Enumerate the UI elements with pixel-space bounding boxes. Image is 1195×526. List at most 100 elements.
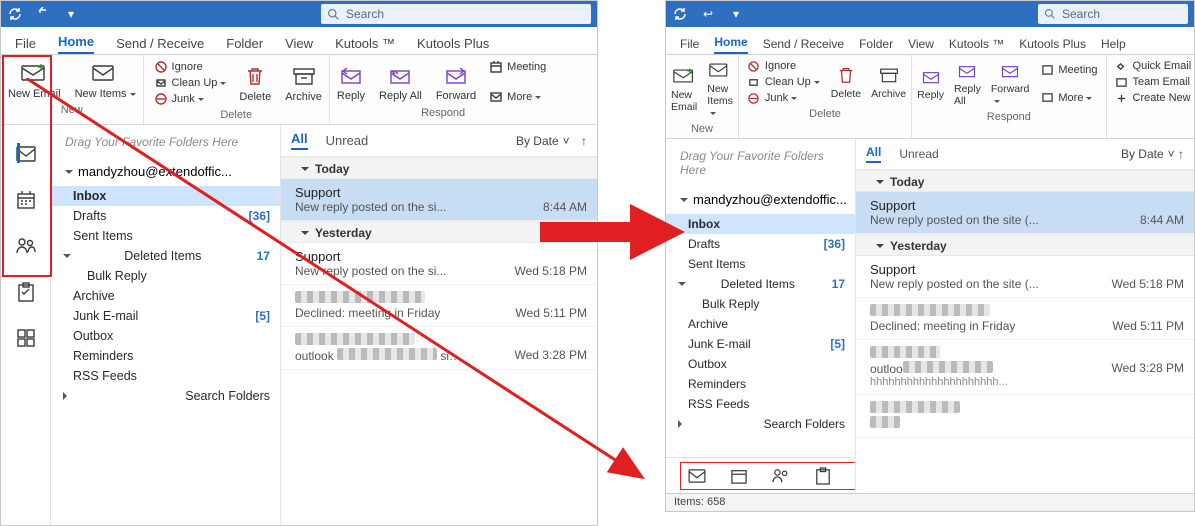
folder-reminders[interactable]: Reminders [666, 374, 855, 394]
search-input[interactable]: Search [321, 4, 591, 24]
team-email-button[interactable]: Team Email [1111, 74, 1195, 90]
people-icon[interactable] [15, 235, 37, 257]
favorites-drop[interactable]: Drag Your Favorite Folders Here [666, 139, 855, 185]
filter-all[interactable]: All [291, 131, 308, 150]
search-input[interactable]: Search [1038, 4, 1188, 24]
folder-inbox[interactable]: Inbox [51, 186, 280, 206]
more-respond-button[interactable]: More [485, 89, 550, 105]
people-icon[interactable] [771, 466, 791, 486]
replyall-button[interactable]: Reply All [949, 55, 986, 109]
message-item[interactable]: SupportNew reply posted on the site (...… [856, 256, 1194, 298]
more-respond-button[interactable]: More [1036, 90, 1101, 106]
favorites-drop[interactable]: Drag Your Favorite Folders Here [51, 125, 280, 157]
reply-button[interactable]: Reply [912, 55, 949, 109]
tab-sendreceive[interactable]: Send / Receive [116, 36, 204, 54]
tab-folder[interactable]: Folder [859, 37, 893, 54]
undo-icon[interactable]: ↩ [694, 1, 722, 27]
calendar-icon[interactable] [729, 466, 749, 486]
tab-kutoolsplus[interactable]: Kutools Plus [1019, 37, 1086, 54]
new-items-button[interactable]: New Items [68, 55, 143, 102]
tab-home[interactable]: Home [58, 34, 94, 54]
delete-button[interactable]: Delete [826, 55, 866, 106]
sort-by[interactable]: By Date ˅ ↑ [516, 134, 587, 148]
status-bar: Items: 658 [666, 493, 1194, 511]
folder-deleted-items[interactable]: Deleted Items17 [666, 274, 855, 294]
tab-sendreceive[interactable]: Send / Receive [763, 37, 844, 54]
folder-reminders[interactable]: Reminders [51, 346, 280, 366]
folder-bulk-reply[interactable]: Bulk Reply [51, 266, 280, 286]
junk-button[interactable]: Junk [743, 90, 824, 106]
folder-rss-feeds[interactable]: RSS Feeds [666, 394, 855, 414]
filter-all[interactable]: All [866, 145, 881, 163]
forward-button[interactable]: Forward [429, 55, 483, 105]
quick-email-button[interactable]: Quick Email [1111, 58, 1195, 74]
mail-icon[interactable] [15, 143, 37, 165]
archive-button[interactable]: Archive [278, 55, 329, 107]
folder-deleted-items[interactable]: Deleted Items17 [51, 246, 280, 266]
sort-by[interactable]: By Date ˅ ↑ [1121, 147, 1184, 161]
tab-view[interactable]: View [285, 36, 313, 54]
ignore-button[interactable]: Ignore [150, 59, 231, 75]
group-header[interactable]: Today [856, 170, 1194, 192]
create-new-button[interactable]: Create New [1111, 90, 1195, 106]
calendar-icon[interactable] [15, 189, 37, 211]
new-email-button[interactable]: New Email [666, 55, 702, 121]
sync-icon[interactable] [1, 1, 29, 27]
replyall-button[interactable]: Reply All [372, 55, 429, 105]
junk-button[interactable]: Junk [150, 91, 231, 107]
mail-icon[interactable] [687, 466, 707, 486]
folder-archive[interactable]: Archive [51, 286, 280, 306]
cleanup-button[interactable]: Clean Up [150, 75, 231, 91]
tab-home[interactable]: Home [714, 35, 747, 54]
new-items-button[interactable]: New Items [702, 55, 738, 121]
message-item[interactable]: outlook signatureWed 3:28 PM [281, 327, 597, 370]
qat-more-icon[interactable]: ▾ [57, 1, 85, 27]
folder-junk-e-mail[interactable]: Junk E-mail[5] [51, 306, 280, 326]
reply-button[interactable]: Reply [330, 55, 372, 105]
folder-search-folders[interactable]: Search Folders [51, 386, 280, 406]
meeting-button[interactable]: Meeting [485, 59, 550, 75]
message-item[interactable] [856, 395, 1194, 438]
folder-archive[interactable]: Archive [666, 314, 855, 334]
forward-button[interactable]: Forward [986, 55, 1035, 109]
undo-icon[interactable] [29, 1, 57, 27]
tab-kutools[interactable]: Kutools ™ [949, 37, 1004, 54]
tab-file[interactable]: File [15, 36, 36, 54]
tab-folder[interactable]: Folder [226, 36, 263, 54]
sync-icon[interactable] [666, 1, 694, 27]
folder-junk-e-mail[interactable]: Junk E-mail[5] [666, 334, 855, 354]
filter-unread[interactable]: Unread [326, 133, 369, 148]
folder-search-folders[interactable]: Search Folders [666, 414, 855, 434]
tab-view[interactable]: View [908, 37, 934, 54]
tab-kutoolsplus[interactable]: Kutools Plus [417, 36, 489, 54]
folder-drafts[interactable]: Drafts[36] [51, 206, 280, 226]
message-item[interactable]: outlooWed 3:28 PMhhhhhhhhhhhhhhhhhhhhh..… [856, 340, 1194, 395]
new-email-button[interactable]: New Email [1, 55, 68, 102]
tab-help[interactable]: Help [1101, 37, 1126, 54]
tasks-icon[interactable] [813, 466, 833, 486]
folder-rss-feeds[interactable]: RSS Feeds [51, 366, 280, 386]
meeting-button[interactable]: Meeting [1036, 62, 1101, 78]
cleanup-button[interactable]: Clean Up [743, 74, 824, 90]
message-item[interactable]: SupportNew reply posted on the site (...… [856, 192, 1194, 234]
account-node[interactable]: mandyzhou@extendoffic... [51, 157, 280, 186]
qat-more-icon[interactable]: ▾ [722, 1, 750, 27]
more-apps-icon[interactable] [15, 327, 37, 349]
folder-outbox[interactable]: Outbox [666, 354, 855, 374]
group-title-new: New [1, 102, 143, 119]
message-item[interactable]: Declined: meeting in FridayWed 5:11 PM [281, 285, 597, 327]
folder-bulk-reply[interactable]: Bulk Reply [666, 294, 855, 314]
tab-kutools[interactable]: Kutools ™ [335, 36, 395, 54]
tab-file[interactable]: File [680, 37, 699, 54]
folder-sent-items[interactable]: Sent Items [51, 226, 280, 246]
group-header[interactable]: Today [281, 157, 597, 179]
folder-outbox[interactable]: Outbox [51, 326, 280, 346]
filter-unread[interactable]: Unread [899, 147, 938, 161]
group-header[interactable]: Yesterday [856, 234, 1194, 256]
message-item[interactable]: Declined: meeting in FridayWed 5:11 PM [856, 298, 1194, 340]
chevron-down-icon: ˅ [563, 134, 570, 148]
archive-button[interactable]: Archive [866, 55, 911, 106]
tasks-icon[interactable] [15, 281, 37, 303]
delete-button[interactable]: Delete [232, 55, 278, 107]
ignore-button[interactable]: Ignore [743, 58, 824, 74]
